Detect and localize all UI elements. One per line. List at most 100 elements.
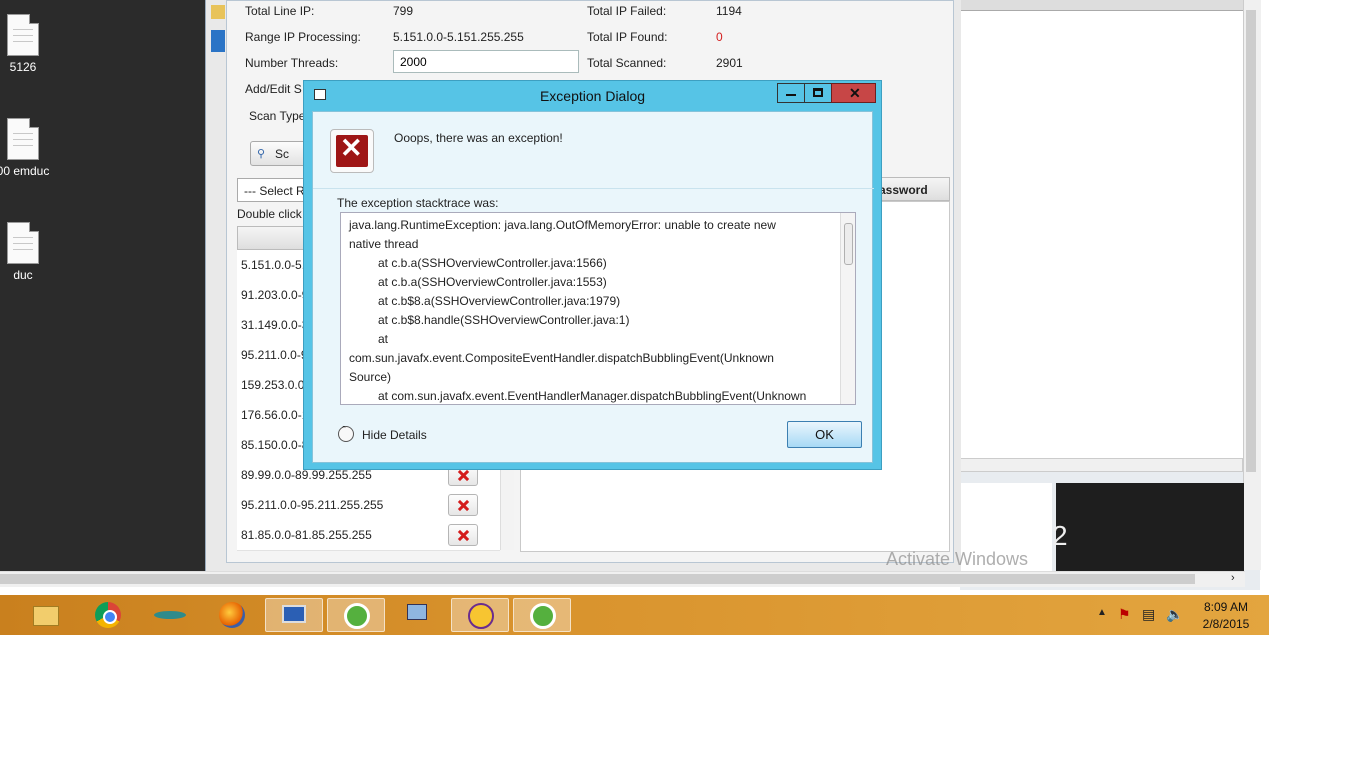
range-text: 176.56.0.0-1 — [241, 408, 309, 422]
desktop-horizontal-scrollbar[interactable]: › — [0, 571, 1245, 587]
vietnam-airlines-icon[interactable] — [149, 598, 191, 632]
maximize-button[interactable] — [804, 83, 832, 103]
file-icon — [7, 118, 39, 160]
desktop-icon-label: duc — [13, 268, 33, 282]
range-row[interactable]: 81.85.0.0-81.85.255.255 — [237, 520, 500, 551]
stacktrace-textarea[interactable]: java.lang.RuntimeException: java.lang.Ou… — [340, 212, 856, 405]
total-found-value: 0 — [716, 30, 723, 44]
desktop-file-emduc[interactable]: 00 emduc — [0, 118, 53, 178]
trace-line: at c.b.a(SSHOverviewController.java:1566… — [378, 256, 607, 270]
dialog-body: ✕ Ooops, there was an exception! The exc… — [312, 111, 874, 463]
folder-icon — [211, 5, 225, 19]
range-text: 5.151.0.0-5. — [241, 258, 306, 272]
scan-button[interactable]: Sc ⚲ — [250, 141, 310, 166]
range-text: 89.99.0.0-89.99.255.255 — [241, 468, 372, 482]
range-text: 31.149.0.0-3 — [241, 318, 309, 332]
hide-details-link[interactable]: Hide Details — [362, 428, 427, 442]
range-text: 95.211.0.0-9 — [241, 348, 308, 362]
file-explorer-icon[interactable] — [25, 598, 67, 632]
scan-type-label: Scan Type — [249, 109, 306, 123]
number-label: 2 — [1052, 520, 1068, 551]
range-ip-label: Range IP Processing: — [245, 30, 361, 44]
ok-button[interactable]: OK — [787, 421, 862, 448]
clock-date[interactable]: 2/8/2015 — [1198, 617, 1254, 631]
show-hidden-icons[interactable]: ▲ — [1097, 607, 1107, 618]
dark-tile — [1056, 483, 1244, 571]
range-text: 91.203.0.0-9 — [241, 288, 309, 302]
maximize-icon — [813, 88, 823, 97]
activate-windows-watermark: Activate Windows — [886, 549, 1029, 569]
trace-line: at c.b$8.handle(SSHOverviewController.ja… — [378, 313, 630, 327]
close-button[interactable]: ✕ — [831, 83, 876, 103]
password-column-label: assword — [879, 183, 928, 197]
desktop-file-5126[interactable]: 5126 — [0, 14, 53, 74]
scrollbar-thumb[interactable] — [844, 223, 853, 265]
divider — [313, 188, 874, 189]
trace-line: at — [378, 332, 389, 346]
trace-line: at c.b$8.a(SSHOverviewController.java:19… — [378, 294, 621, 308]
collapse-icon[interactable]: ˆ — [338, 425, 354, 442]
horizontal-scrollbar[interactable] — [960, 458, 1243, 472]
trace-line: native thread — [349, 237, 419, 251]
range-column-header[interactable] — [237, 226, 307, 250]
network-computers-icon[interactable] — [397, 598, 439, 632]
file-icon — [7, 14, 39, 56]
taskbar: ▲ ⚑ ▤ 🔈 8:09 AM 2/8/2015 — [0, 595, 1269, 635]
range-row[interactable]: 95.211.0.0-95.211.255.255 — [237, 490, 500, 521]
search-icon: ⚲ — [257, 148, 266, 160]
exception-dialog: Exception Dialog ✕ ✕ Ooops, there was an… — [303, 80, 882, 470]
range-text: 85.150.0.0-8 — [241, 438, 309, 452]
delete-range-button[interactable] — [448, 524, 478, 546]
scan-button-label: Sc — [275, 147, 290, 161]
clock-time[interactable]: 8:09 AM — [1198, 600, 1254, 614]
background-pane — [960, 10, 1245, 460]
total-failed-value: 1194 — [716, 4, 742, 18]
range-ip-value: 5.151.0.0-5.151.255.255 — [393, 30, 524, 44]
range-select[interactable]: --- Select R — [237, 178, 307, 202]
trace-line: java.lang.RuntimeException: java.lang.Ou… — [349, 218, 776, 232]
close-icon: ✕ — [849, 85, 861, 101]
desktop-icon-label: 00 emduc — [0, 164, 50, 178]
scroll-right-icon[interactable]: › — [1231, 572, 1235, 584]
total-line-ip-value: 799 — [393, 4, 414, 18]
password-column-header[interactable]: assword — [870, 177, 950, 201]
delete-range-button[interactable] — [448, 494, 478, 516]
desktop-file-duc[interactable]: duc — [0, 222, 53, 282]
range-select-label: --- Select R — [244, 184, 305, 198]
coccoc-icon[interactable] — [327, 598, 385, 632]
total-failed-label: Total IP Failed: — [587, 4, 667, 18]
range-text: 95.211.0.0-95.211.255.255 — [241, 498, 384, 512]
volume-icon[interactable]: 🔈 — [1166, 606, 1183, 623]
threads-input[interactable] — [393, 50, 579, 73]
minimize-button[interactable] — [777, 83, 805, 103]
action-center-icon[interactable]: ⚑ — [1118, 606, 1131, 623]
scrollbar-thumb[interactable] — [1246, 10, 1256, 472]
trace-scrollbar[interactable] — [840, 213, 855, 404]
trace-label: The exception stacktrace was: — [337, 196, 499, 210]
firefox-icon[interactable] — [211, 598, 253, 632]
chrome-icon[interactable] — [87, 598, 129, 632]
background-window: 2 — [960, 0, 1261, 590]
trace-line: com.sun.javafx.event.CompositeEventHandl… — [349, 351, 774, 365]
trace-line: Source) — [349, 370, 392, 384]
selection-marker — [211, 30, 225, 52]
desktop: 5126 00 emduc duc — [0, 0, 205, 571]
scrollbar-thumb[interactable] — [0, 574, 1195, 584]
file-icon — [7, 222, 39, 264]
threads-label: Number Threads: — [245, 56, 339, 70]
total-scanned-value: 2901 — [716, 56, 743, 70]
network-icon[interactable]: ▤ — [1142, 606, 1155, 623]
trace-line: at com.sun.javafx.event.EventHandlerMana… — [378, 389, 807, 403]
yahoo-messenger-icon[interactable] — [451, 598, 509, 632]
total-found-label: Total IP Found: — [587, 30, 668, 44]
dialog-header-text: Ooops, there was an exception! — [394, 131, 563, 145]
double-click-hint: Double click — [237, 207, 302, 221]
error-icon: ✕ — [330, 129, 374, 173]
pane-header — [960, 0, 1243, 11]
coccoc-icon[interactable] — [513, 598, 571, 632]
trace-line: at c.b.a(SSHOverviewController.java:1553… — [378, 275, 607, 289]
total-scanned-label: Total Scanned: — [587, 56, 667, 70]
range-text: 159.253.0.0- — [241, 378, 309, 392]
desktop-icon-label: 5126 — [9, 60, 37, 74]
remote-desktop-icon[interactable] — [265, 598, 323, 632]
